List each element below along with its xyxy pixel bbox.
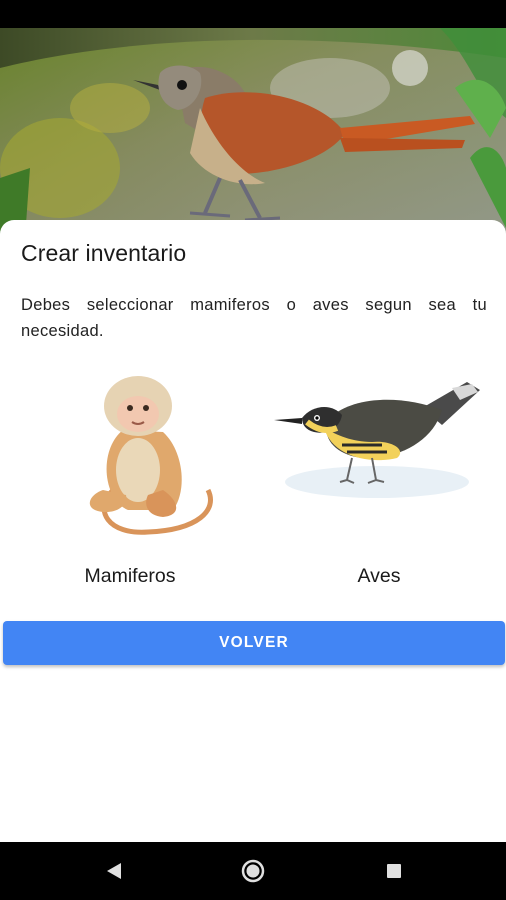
option-label-aves: Aves	[357, 565, 401, 587]
option-aves[interactable]: Aves	[272, 360, 486, 595]
volver-button[interactable]: VOLVER	[3, 621, 505, 665]
circle-home-icon[interactable]	[238, 856, 268, 886]
bird-illustration	[274, 382, 480, 498]
header-photo-bird-on-branch	[0, 28, 506, 238]
dialog-description: Debes seleccionar mamiferos o aves segun…	[21, 296, 487, 340]
system-navigation-bar	[0, 842, 506, 900]
dialog-title: Crear inventario	[21, 240, 187, 266]
option-mamiferos[interactable]: Mamiferos	[30, 360, 230, 595]
option-label-mamiferos: Mamiferos	[84, 565, 176, 587]
monkey-illustration	[89, 376, 213, 535]
create-inventory-sheet: Crear inventario Debes seleccionar mamif…	[0, 220, 506, 842]
square-recents-icon[interactable]	[379, 856, 409, 886]
triangle-back-icon[interactable]	[99, 856, 129, 886]
status-bar	[0, 0, 506, 28]
